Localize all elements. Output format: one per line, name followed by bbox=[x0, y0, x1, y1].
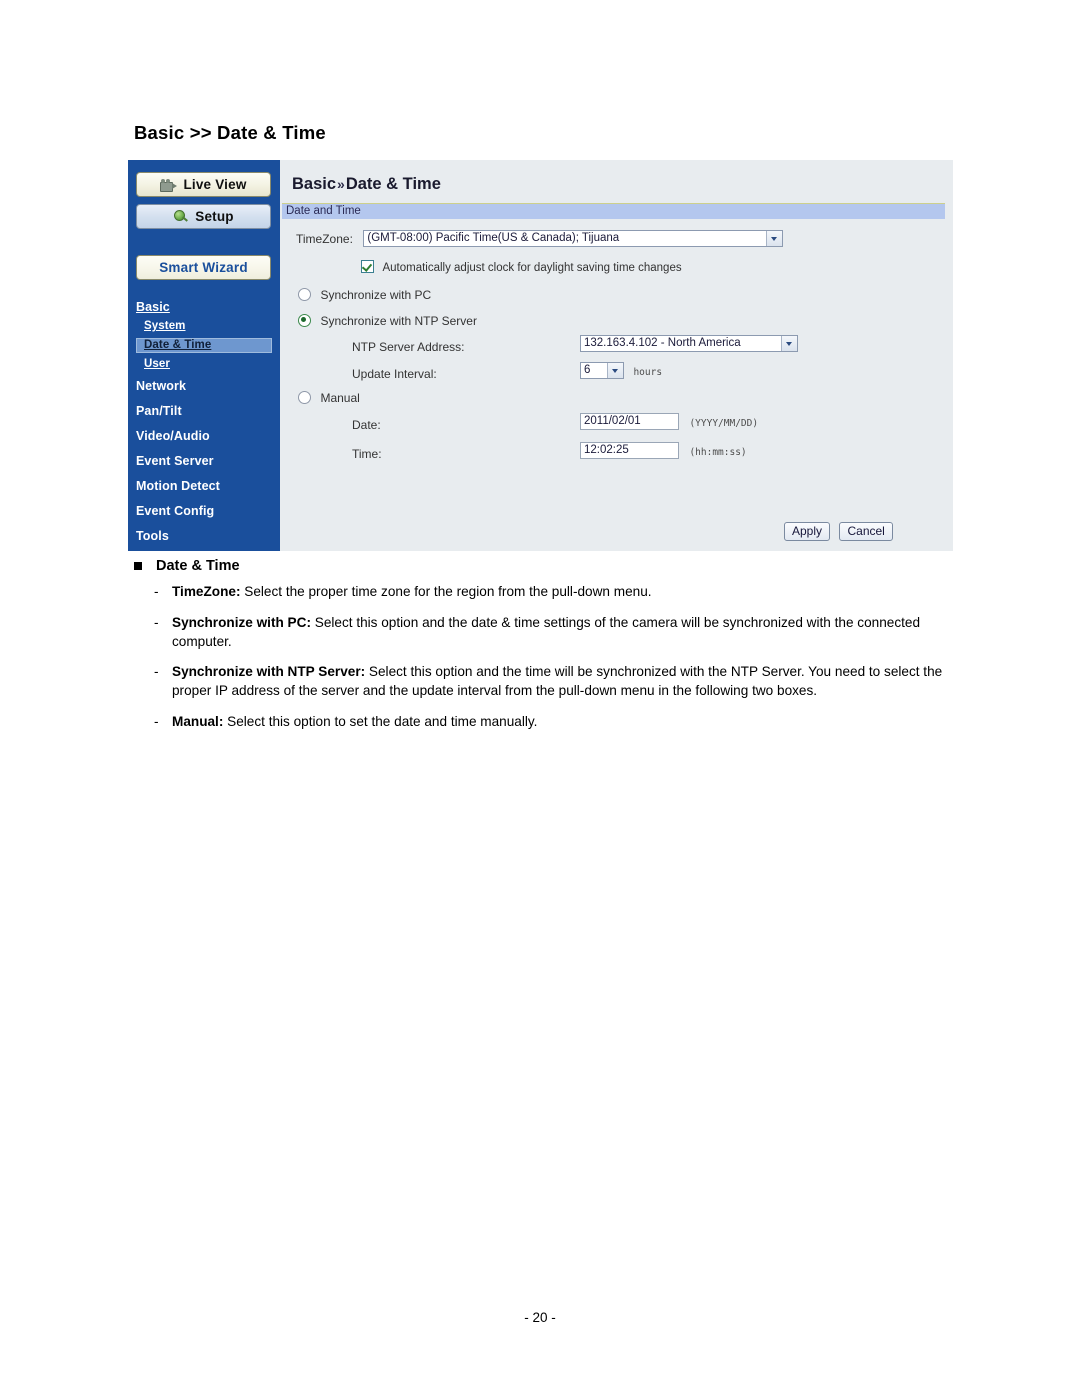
description-item-sync-pc: - Synchronize with PC: Select this option… bbox=[134, 614, 974, 652]
time-label: Time: bbox=[352, 447, 382, 461]
sync-pc-radio[interactable] bbox=[298, 288, 311, 302]
time-field-wrap: 12:02:25 (hh:mm:ss) bbox=[580, 442, 747, 460]
description-text: Select the proper time zone for the regi… bbox=[240, 584, 652, 599]
sidebar-item-system[interactable]: System bbox=[144, 320, 186, 332]
dash-bullet-icon: - bbox=[154, 664, 159, 680]
sync-pc-label: Synchronize with PC bbox=[320, 288, 432, 302]
date-label: Date: bbox=[352, 418, 381, 432]
sync-ntp-radio[interactable] bbox=[298, 314, 311, 328]
description-text: Select this option to set the date and t… bbox=[223, 713, 538, 729]
ntp-address-label: NTP Server Address: bbox=[352, 340, 465, 354]
setup-label: Setup bbox=[195, 209, 234, 224]
dst-row[interactable]: Automatically adjust clock for daylight … bbox=[361, 258, 682, 276]
ntp-address-select[interactable]: 132.163.4.102 - North America bbox=[580, 335, 798, 353]
description-term: Synchronize with NTP Server: bbox=[172, 664, 366, 680]
section-header: Date and Time bbox=[282, 203, 945, 219]
cancel-button[interactable]: Cancel bbox=[839, 522, 893, 541]
sidebar-item-date-time[interactable]: Date & Time bbox=[144, 339, 211, 351]
dash-bullet-icon: - bbox=[154, 584, 159, 599]
update-interval-label: Update Interval: bbox=[352, 367, 437, 381]
chevron-down-icon bbox=[766, 231, 783, 247]
page-number: - 20 - bbox=[524, 1310, 556, 1325]
dst-checkbox[interactable] bbox=[361, 260, 374, 274]
ntp-address-field-wrap: 132.163.4.102 - North America bbox=[580, 335, 798, 353]
camera-web-ui-screenshot: Live View Setup Smart Wizard Basic Syste… bbox=[128, 160, 953, 551]
update-interval-unit: hours bbox=[633, 367, 663, 378]
date-field-wrap: 2011/02/01 (YYYY/MM/DD) bbox=[580, 413, 758, 431]
sidebar-item-event-server[interactable]: Event Server bbox=[136, 454, 214, 468]
timezone-row: TimeZone: (GMT-08:00) Pacific Time(US & … bbox=[296, 230, 784, 248]
wrench-icon bbox=[173, 209, 189, 224]
time-format-hint: (hh:mm:ss) bbox=[689, 447, 747, 458]
description-item-sync-ntp: - Synchronize with NTP Server: Select thi… bbox=[134, 663, 974, 701]
update-interval-label-wrap: Update Interval: bbox=[352, 365, 437, 383]
breadcrumb-leaf: Date & Time bbox=[345, 175, 441, 193]
update-interval-value: 6 bbox=[584, 364, 591, 377]
time-label-wrap: Time: bbox=[352, 445, 382, 463]
video-camera-icon bbox=[160, 178, 178, 192]
description-term: Synchronize with PC: bbox=[172, 614, 311, 630]
square-bullet-icon bbox=[134, 562, 142, 570]
manual-radio[interactable] bbox=[298, 391, 311, 405]
sync-ntp-row[interactable]: Synchronize with NTP Server bbox=[298, 312, 477, 330]
manual-row[interactable]: Manual bbox=[298, 389, 360, 407]
sidebar: Live View Setup Smart Wizard Basic Syste… bbox=[128, 160, 280, 551]
sidebar-item-event-config[interactable]: Event Config bbox=[136, 504, 214, 518]
sidebar-item-tools[interactable]: Tools bbox=[136, 529, 169, 543]
date-label-wrap: Date: bbox=[352, 416, 381, 434]
dash-bullet-icon: - bbox=[154, 713, 159, 729]
sync-pc-row[interactable]: Synchronize with PC bbox=[298, 286, 431, 304]
description-item-manual: - Manual: Select this option to set the d… bbox=[134, 713, 974, 732]
chevron-down-icon bbox=[781, 336, 797, 352]
time-input[interactable]: 12:02:25 bbox=[580, 442, 679, 460]
sidebar-item-network[interactable]: Network bbox=[136, 379, 186, 393]
settings-panel: Basic»Date & Time Date and Time TimeZone… bbox=[280, 160, 953, 551]
description-term: Manual: bbox=[172, 713, 224, 729]
breadcrumb: Basic»Date & Time bbox=[292, 175, 441, 194]
manual-label: Manual bbox=[320, 391, 360, 405]
sidebar-item-basic[interactable]: Basic bbox=[136, 300, 170, 314]
sidebar-item-motion-detect[interactable]: Motion Detect bbox=[136, 479, 220, 493]
description-item-timezone: - TimeZone: Select the proper time zone f… bbox=[134, 583, 974, 602]
smart-wizard-button[interactable]: Smart Wizard bbox=[136, 255, 271, 280]
timezone-select[interactable]: (GMT-08:00) Pacific Time(US & Canada); T… bbox=[363, 230, 784, 248]
sidebar-item-user[interactable]: User bbox=[144, 358, 170, 370]
live-view-button[interactable]: Live View bbox=[136, 172, 271, 197]
date-format-hint: (YYYY/MM/DD) bbox=[689, 418, 759, 429]
ntp-address-value: 132.163.4.102 - North America bbox=[584, 337, 741, 350]
smart-wizard-label: Smart Wizard bbox=[159, 260, 248, 275]
live-view-label: Live View bbox=[183, 177, 247, 192]
sidebar-item-pan-tilt[interactable]: Pan/Tilt bbox=[136, 404, 182, 418]
update-interval-field-wrap: 6 hours bbox=[580, 362, 662, 380]
dst-label: Automatically adjust clock for daylight … bbox=[382, 262, 682, 274]
dash-bullet-icon: - bbox=[154, 614, 159, 630]
setup-button[interactable]: Setup bbox=[136, 204, 271, 229]
timezone-label: TimeZone: bbox=[296, 232, 353, 246]
update-interval-select[interactable]: 6 bbox=[580, 362, 624, 380]
form-actions: Apply Cancel bbox=[784, 522, 893, 541]
timezone-value: (GMT-08:00) Pacific Time(US & Canada); T… bbox=[367, 232, 620, 245]
page-title: Basic >> Date & Time bbox=[134, 122, 326, 143]
breadcrumb-separator-icon: » bbox=[337, 176, 345, 192]
description-block: Date & Time - TimeZone: Select the proper… bbox=[134, 558, 974, 744]
breadcrumb-root: Basic bbox=[292, 175, 337, 193]
sync-ntp-label: Synchronize with NTP Server bbox=[320, 314, 477, 328]
chevron-down-icon bbox=[607, 363, 623, 379]
apply-button[interactable]: Apply bbox=[784, 522, 831, 541]
sidebar-item-video-audio[interactable]: Video/Audio bbox=[136, 429, 210, 443]
date-input[interactable]: 2011/02/01 bbox=[580, 413, 679, 431]
description-term: TimeZone: bbox=[172, 584, 241, 599]
description-heading-label: Date & Time bbox=[156, 558, 240, 574]
description-heading: Date & Time bbox=[134, 558, 974, 574]
ntp-address-label-wrap: NTP Server Address: bbox=[352, 338, 465, 356]
